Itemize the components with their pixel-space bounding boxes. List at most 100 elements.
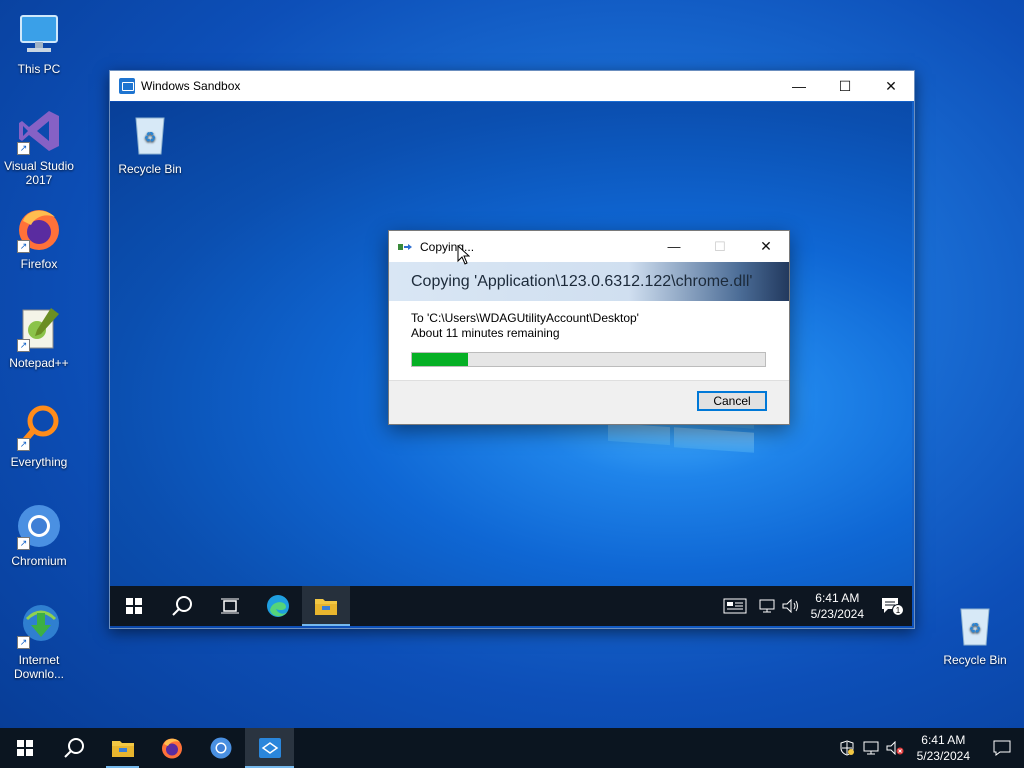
sandbox-system-tray: 6:41 AM 5/23/2024 1 bbox=[715, 586, 912, 626]
desktop-icon-label: Recycle Bin bbox=[943, 653, 1007, 667]
copy-dialog: Copying... — ☐ ✕ Copying 'Application\12… bbox=[388, 230, 790, 425]
taskbar-clock[interactable]: 6:41 AM 5/23/2024 bbox=[907, 732, 980, 764]
system-tray: 6:41 AM 5/23/2024 bbox=[835, 728, 1024, 768]
clock-date: 5/23/2024 bbox=[916, 749, 970, 763]
sandbox-titlebar[interactable]: Windows Sandbox — ☐ ✕ bbox=[110, 71, 914, 101]
shortcut-arrow-icon: ↗ bbox=[17, 438, 30, 451]
desktop-icon-label: Recycle Bin bbox=[118, 162, 182, 176]
copy-dialog-footer: Cancel bbox=[389, 380, 789, 424]
desktop-icon-label: Firefox bbox=[20, 257, 58, 271]
sandbox-clock[interactable]: 6:41 AM 5/23/2024 bbox=[803, 590, 872, 622]
shortcut-arrow-icon: ↗ bbox=[17, 240, 30, 253]
taskbar-windows-sandbox[interactable] bbox=[245, 728, 294, 768]
network-icon bbox=[863, 741, 879, 755]
desktop-icon-this-pc[interactable]: This PC bbox=[1, 10, 77, 76]
desktop-icon-idm[interactable]: ↗ Internet Downlo... bbox=[1, 601, 77, 681]
mouse-cursor-icon bbox=[457, 245, 470, 265]
desktop-icon-recycle-bin[interactable]: ♻ Recycle Bin bbox=[937, 601, 1013, 667]
maximize-button[interactable]: ☐ bbox=[822, 71, 868, 101]
windows-icon bbox=[126, 598, 142, 614]
sandbox-recycle-bin[interactable]: ♻ Recycle Bin bbox=[112, 110, 188, 176]
sandbox-title: Windows Sandbox bbox=[141, 79, 241, 93]
task-view-button[interactable] bbox=[206, 586, 254, 626]
sandbox-icon bbox=[258, 738, 281, 758]
copy-progress-bar bbox=[411, 352, 766, 367]
taskbar-file-explorer[interactable] bbox=[98, 728, 147, 768]
search-button[interactable] bbox=[49, 728, 98, 768]
start-button[interactable] bbox=[0, 728, 49, 768]
desktop-icon-chromium[interactable]: ↗ Chromium bbox=[1, 502, 77, 568]
recycle-bin-icon: ♻ bbox=[951, 601, 999, 649]
desktop-icon-everything[interactable]: ↗ Everything bbox=[1, 403, 77, 469]
dialog-maximize-button: ☐ bbox=[714, 238, 726, 254]
start-button[interactable] bbox=[110, 586, 158, 626]
desktop-icon-label: Chromium bbox=[11, 554, 67, 568]
minimize-button[interactable]: — bbox=[776, 71, 822, 101]
desktop-icon-notepadpp[interactable]: ↗ Notepad++ bbox=[1, 304, 77, 370]
taskbar-edge[interactable] bbox=[254, 586, 302, 626]
tray-volume[interactable] bbox=[779, 586, 803, 626]
folder-icon bbox=[111, 741, 134, 757]
tray-input-indicator[interactable] bbox=[715, 586, 755, 626]
desktop-icon-firefox[interactable]: ↗ Firefox bbox=[1, 205, 77, 271]
taskbar-file-explorer[interactable] bbox=[302, 586, 350, 626]
visual-studio-icon: ↗ bbox=[15, 107, 63, 155]
svg-text:♻: ♻ bbox=[144, 130, 157, 146]
action-center-button[interactable] bbox=[980, 728, 1024, 768]
notepadpp-icon: ↗ bbox=[15, 304, 63, 352]
notification-icon bbox=[993, 740, 1011, 756]
taskbar: 6:41 AM 5/23/2024 bbox=[0, 728, 1024, 768]
shortcut-arrow-icon: ↗ bbox=[17, 142, 30, 155]
desktop-icon-label: Visual Studio 2017 bbox=[4, 159, 74, 187]
dialog-minimize-button[interactable]: — bbox=[651, 231, 697, 262]
windows-icon bbox=[16, 740, 33, 756]
folder-icon bbox=[315, 599, 337, 615]
tray-security[interactable] bbox=[835, 728, 859, 768]
computer-icon bbox=[15, 10, 63, 58]
taskbar-chromium[interactable] bbox=[196, 728, 245, 768]
sandbox-app-icon bbox=[119, 78, 135, 94]
task-view-icon bbox=[221, 598, 239, 614]
copy-destination: To 'C:\Users\WDAGUtilityAccount\Desktop' bbox=[411, 311, 639, 325]
keyboard-icon bbox=[723, 598, 747, 614]
desktop-icon-label: Everything bbox=[10, 455, 68, 469]
time-remaining: About 11 minutes remaining bbox=[411, 326, 560, 340]
desktop-icon-label: This PC bbox=[17, 62, 61, 76]
edge-icon bbox=[267, 595, 289, 617]
copy-dialog-heading: Copying 'Application\123.0.6312.122\chro… bbox=[389, 262, 789, 301]
shield-icon bbox=[840, 740, 854, 756]
dialog-close-button[interactable]: ✕ bbox=[743, 231, 789, 262]
clock-time: 6:41 AM bbox=[921, 733, 966, 747]
idm-icon: ↗ bbox=[15, 601, 63, 649]
shortcut-arrow-icon: ↗ bbox=[17, 636, 30, 649]
network-icon bbox=[759, 599, 775, 613]
tray-network[interactable] bbox=[755, 586, 779, 626]
taskbar-firefox[interactable] bbox=[147, 728, 196, 768]
firefox-icon bbox=[161, 738, 182, 759]
close-button[interactable]: ✕ bbox=[868, 71, 914, 101]
recycle-bin-icon: ♻ bbox=[126, 110, 174, 158]
chromium-icon: ↗ bbox=[15, 502, 63, 550]
desktop-icon-label: Notepad++ bbox=[9, 356, 69, 370]
firefox-icon: ↗ bbox=[15, 205, 63, 253]
action-center-button[interactable]: 1 bbox=[872, 586, 912, 626]
clock-date: 5/23/2024 bbox=[810, 607, 864, 621]
copy-dialog-titlebar[interactable]: Copying... — ☐ ✕ bbox=[389, 231, 789, 262]
tray-volume[interactable] bbox=[883, 728, 907, 768]
shortcut-arrow-icon: ↗ bbox=[17, 537, 30, 550]
everything-search-icon: ↗ bbox=[15, 403, 63, 451]
notification-icon: 1 bbox=[882, 598, 904, 616]
search-icon bbox=[172, 596, 192, 616]
speaker-icon bbox=[782, 599, 798, 613]
copy-files-icon bbox=[398, 241, 414, 253]
tray-network[interactable] bbox=[859, 728, 883, 768]
search-icon bbox=[63, 738, 84, 758]
speaker-muted-icon bbox=[886, 741, 904, 755]
clock-time: 6:41 AM bbox=[815, 591, 860, 605]
search-button[interactable] bbox=[158, 586, 206, 626]
cancel-button[interactable]: Cancel bbox=[697, 391, 767, 411]
desktop-icon-visual-studio[interactable]: ↗ Visual Studio 2017 bbox=[1, 107, 77, 187]
shortcut-arrow-icon: ↗ bbox=[17, 339, 30, 352]
notification-count: 1 bbox=[896, 606, 901, 615]
copy-dialog-body: To 'C:\Users\WDAGUtilityAccount\Desktop'… bbox=[389, 301, 789, 367]
